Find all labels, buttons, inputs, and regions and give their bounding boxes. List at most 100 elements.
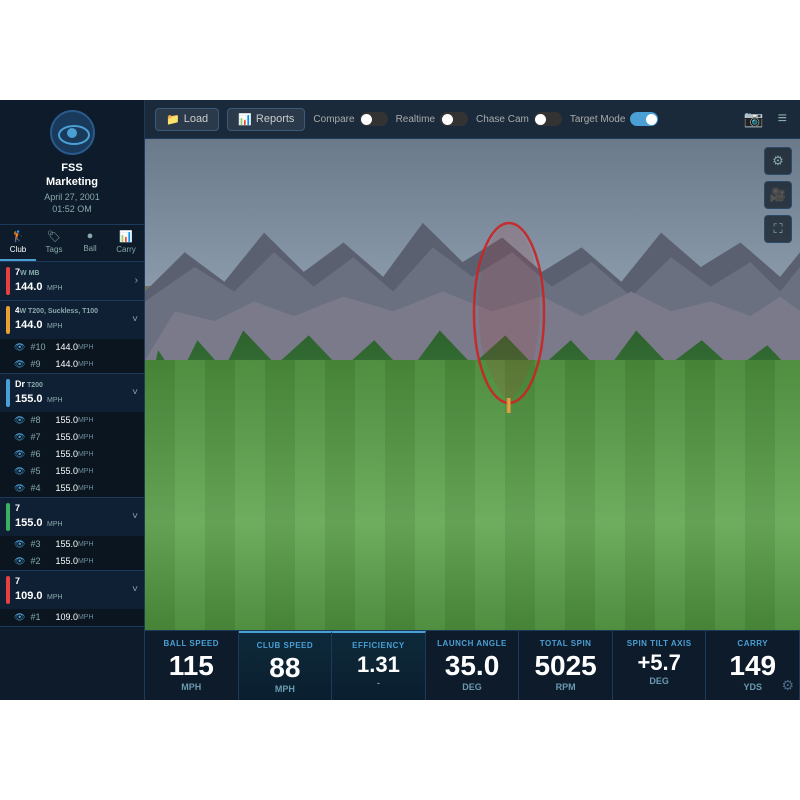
camera-view-button[interactable]: 🎥 — [764, 181, 792, 209]
club-speed-7r: 109.0 — [15, 590, 43, 602]
chasecam-label: Chase Cam — [476, 114, 529, 125]
targetmode-label: Target Mode — [570, 114, 626, 125]
stat-launch-angle: LAUNCH ANGLE 35.0 DEG — [426, 631, 520, 700]
club-name-4w: 4W T200, Suckless, T100 — [15, 306, 128, 315]
eye-icon: 👁 — [14, 359, 25, 370]
tab-tags-label: Tags — [46, 245, 63, 254]
eye-icon: 👁 — [14, 415, 25, 426]
club-group-dr-header[interactable]: Dr T200 155.0 MPH ˅ — [0, 374, 144, 412]
sub-club-speed: 155.0 — [55, 539, 78, 549]
club-group-7r-header[interactable]: 7 109.0 MPH ˅ — [0, 571, 144, 609]
club-color-4w — [6, 306, 10, 334]
sub-club-speed: 155.0 — [55, 556, 78, 566]
sub-club-speed: 155.0 — [55, 432, 78, 442]
reports-button[interactable]: 📊 Reports — [227, 108, 305, 131]
compare-toggle[interactable] — [360, 112, 388, 126]
sub-club-name: #7 — [30, 432, 50, 442]
sub-club-speed: 155.0 — [55, 415, 78, 425]
stat-unit: DEG — [649, 676, 669, 686]
tab-carry-label: Carry — [116, 245, 136, 254]
tab-ball[interactable]: ● Ball — [72, 225, 108, 261]
list-item: 👁 #1 109.0 MPH — [0, 609, 144, 626]
ball-icon: ● — [87, 230, 94, 242]
club-color-7g — [6, 503, 10, 531]
club-info-7w: 7W MB 144.0 MPH — [15, 267, 131, 295]
list-item: 👁 #3 155.0 MPH — [0, 536, 144, 553]
eye-icon: 👁 — [14, 483, 25, 494]
club-group-4w: 4W T200, Suckless, T100 144.0 MPH ˅ 👁 #1… — [0, 301, 144, 374]
sub-club-name: #9 — [30, 359, 50, 369]
sub-club-speed: 155.0 — [55, 449, 78, 459]
chevron-7g: ˅ — [132, 511, 138, 522]
tags-icon: 🏷 — [47, 230, 61, 243]
logo-icon — [58, 125, 86, 141]
club-info-dr: Dr T200 155.0 MPH — [15, 379, 128, 407]
view-area: ⚙ 🎥 ⛶ — [145, 139, 800, 630]
club-name-7r: 7 — [15, 576, 128, 586]
video-button[interactable]: 📷 — [741, 106, 767, 132]
stat-value: 88 — [269, 654, 300, 682]
fairway-stripes — [145, 360, 800, 630]
realtime-toggle-group: Realtime — [396, 112, 468, 126]
load-button[interactable]: 📁 Load — [155, 108, 219, 131]
expand-view-button[interactable]: ⛶ — [764, 215, 792, 243]
eye-icon: 👁 — [14, 432, 25, 443]
sub-club-speed: 155.0 — [55, 483, 78, 493]
sub-club-speed: 109.0 — [55, 612, 78, 622]
chasecam-toggle[interactable] — [534, 112, 562, 126]
stat-label: LAUNCH ANGLE — [437, 639, 507, 648]
sub-club-name: #5 — [30, 466, 50, 476]
stat-efficiency: EFFICIENCY 1.31 - — [332, 631, 426, 700]
stat-label: BALL SPEED — [164, 639, 220, 648]
stat-unit: RPM — [556, 682, 576, 692]
stat-label: EFFICIENCY — [352, 641, 405, 650]
eye-icon: 👁 — [14, 556, 25, 567]
club-group-7w-header[interactable]: 7W MB 144.0 MPH › — [0, 262, 144, 300]
club-name-7g: 7 — [15, 503, 128, 513]
club-speed-7w: 144.0 — [15, 281, 43, 293]
club-subitems-4w: 👁 #10 144.0 MPH 👁 #9 144.0 MPH — [0, 339, 144, 373]
chevron-dr: ˅ — [132, 387, 138, 398]
tab-club[interactable]: 🏌 Club — [0, 225, 36, 261]
sub-club-name: #1 — [30, 612, 50, 622]
club-speed-7g: 155.0 — [15, 517, 43, 529]
club-group-7w: 7W MB 144.0 MPH › — [0, 262, 144, 301]
eye-icon: 👁 — [14, 449, 25, 460]
sub-club-name: #2 — [30, 556, 50, 566]
targetmode-toggle[interactable] — [630, 112, 658, 126]
reports-label: Reports — [256, 113, 295, 125]
list-item: 👁 #2 155.0 MPH — [0, 553, 144, 570]
stat-value: 35.0 — [445, 652, 500, 680]
sidebar-header: FSSMarketing April 27, 2001 01:52 OM — [0, 100, 144, 225]
stat-unit: DEG — [462, 682, 482, 692]
chart-icon: 📊 — [238, 113, 252, 126]
realtime-toggle[interactable] — [440, 112, 468, 126]
view-icons: ⚙ 🎥 ⛶ — [764, 147, 792, 243]
stats-gear-button[interactable]: ⚙ — [781, 677, 794, 694]
sub-club-name: #10 — [30, 342, 50, 352]
app-container: FSSMarketing April 27, 2001 01:52 OM 🏌 C… — [0, 100, 800, 700]
sub-club-name: #8 — [30, 415, 50, 425]
toolbar: 📁 Load 📊 Reports Compare Realtime Chase … — [145, 100, 800, 139]
club-group-4w-header[interactable]: 4W T200, Suckless, T100 144.0 MPH ˅ — [0, 301, 144, 339]
profile-name: FSSMarketing — [46, 161, 98, 190]
menu-button[interactable]: ≡ — [775, 107, 790, 131]
settings-view-button[interactable]: ⚙ — [764, 147, 792, 175]
stat-label: TOTAL SPIN — [540, 639, 592, 648]
club-subitems-7r: 👁 #1 109.0 MPH — [0, 609, 144, 626]
stat-value: 149 — [729, 652, 776, 680]
profile-date: April 27, 2001 — [44, 192, 100, 202]
club-speed-dr: 155.0 — [15, 393, 43, 405]
tab-carry[interactable]: 📊 Carry — [108, 225, 144, 261]
sub-club-name: #4 — [30, 483, 50, 493]
stat-unit: MPH — [275, 684, 295, 694]
club-icon: 🏌 — [11, 230, 25, 243]
club-color-7r — [6, 576, 10, 604]
stat-value: +5.7 — [637, 652, 680, 674]
stat-label: CARRY — [737, 639, 768, 648]
club-group-7g-header[interactable]: 7 155.0 MPH ˅ — [0, 498, 144, 536]
stat-club-speed: CLUB SPEED 88 MPH — [239, 631, 333, 700]
club-group-7g: 7 155.0 MPH ˅ 👁 #3 155.0 MPH 👁 #2 — [0, 498, 144, 571]
tab-tags[interactable]: 🏷 Tags — [36, 225, 72, 261]
sub-club-speed: 155.0 — [55, 466, 78, 476]
